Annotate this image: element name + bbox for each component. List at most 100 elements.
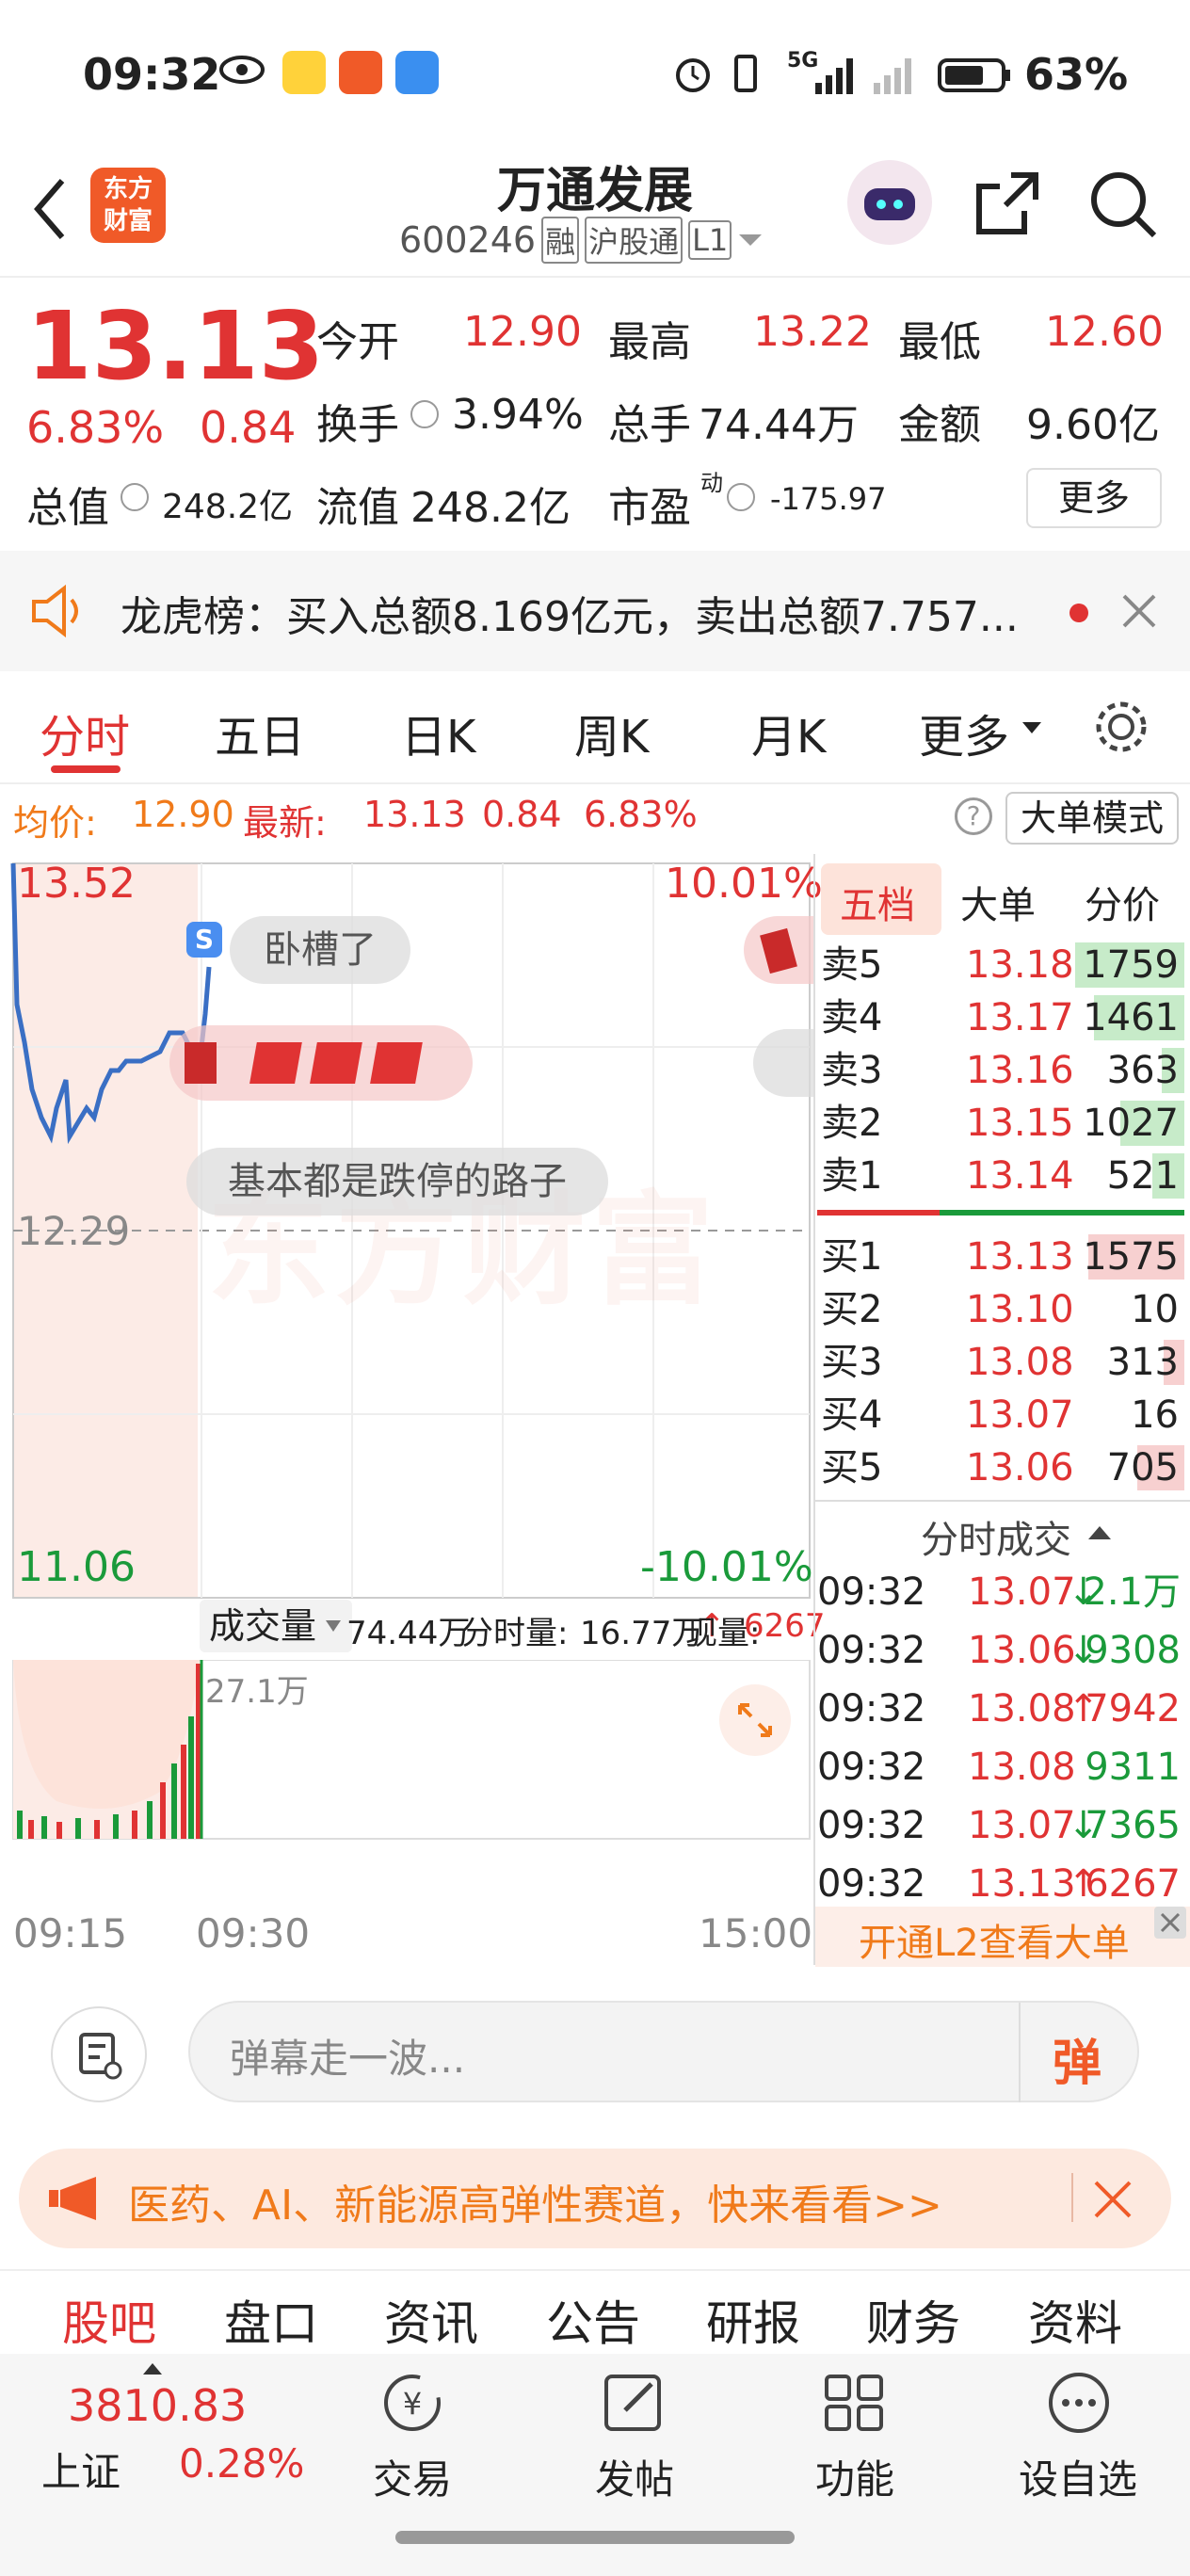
info-icon[interactable] [121, 483, 149, 511]
nav-add-watchlist[interactable]: 设自选 [1019, 2448, 1137, 2505]
vibrate-icon [727, 53, 764, 94]
tab-monthly-k[interactable]: 月K [751, 700, 826, 765]
unread-dot [1069, 604, 1088, 622]
big-order-mode-button[interactable]: 大单模式 [1005, 792, 1179, 845]
s-marker-icon[interactable]: S [186, 922, 222, 958]
bid-price: 13.06 [966, 1446, 1074, 1489]
close-icon[interactable] [1154, 1907, 1186, 1939]
ask-volume: 363 [1106, 1049, 1179, 1092]
bid-volume: 313 [1106, 1341, 1179, 1384]
change-amount: 0.84 [200, 402, 297, 453]
nav-post[interactable]: 发帖 [595, 2448, 674, 2505]
ask-volume: 521 [1106, 1154, 1179, 1198]
trade-price: 13.08 [968, 1687, 1076, 1731]
tab-profile[interactable]: 资料 [1028, 2286, 1122, 2354]
danmu-list-icon[interactable] [51, 2006, 147, 2102]
tab-indicator [51, 765, 121, 773]
ask-row: 卖3 13.16 363 [817, 1044, 1184, 1097]
volume-selector[interactable]: 成交量 [200, 1600, 353, 1652]
danmu-bubble-2: 基本都是跌停的路子 [186, 1148, 608, 1216]
expand-icon[interactable] [719, 1684, 791, 1756]
gear-icon[interactable] [1092, 698, 1150, 756]
pe-sup: 动 [700, 470, 723, 496]
low-value: 12.60 [1045, 308, 1164, 356]
bid-price: 13.10 [966, 1288, 1074, 1331]
nav-functions[interactable]: 功能 [815, 2448, 894, 2505]
search-icon[interactable] [1085, 166, 1160, 241]
more-circle-icon[interactable] [1041, 2371, 1117, 2437]
ask-volume: 1759 [1083, 943, 1179, 987]
danmu-placeholder: 弹幕走一波... [230, 2036, 466, 2082]
promo-banner[interactable]: 医药、AI、新能源高弹性赛道，快来看看>> [19, 2149, 1171, 2248]
avg-label: 均价: [13, 802, 97, 844]
ask-label: 卖5 [821, 943, 883, 987]
section-tabs: 股吧 盘口 资讯 公告 研报 财务 资料 [0, 2269, 1190, 2354]
trade-time: 09:32 [817, 1746, 926, 1789]
tab-research[interactable]: 研报 [706, 2286, 800, 2354]
ask-price: 13.18 [966, 943, 1074, 987]
y-max-label: 13.52 [17, 860, 136, 908]
tab-price-distribution[interactable]: 分价 [1085, 875, 1160, 929]
info-icon[interactable] [727, 483, 755, 511]
danmu-input[interactable]: 弹幕走一波... 弹 [188, 2001, 1139, 2102]
nav-trade[interactable]: 交易 [373, 2448, 452, 2505]
compose-icon[interactable] [597, 2371, 672, 2437]
volume-value: 74.44万 [699, 401, 859, 449]
share-icon[interactable] [970, 166, 1045, 241]
grid-icon[interactable] [817, 2371, 892, 2437]
close-icon[interactable] [1092, 2179, 1134, 2220]
tab-order-book[interactable]: 盘口 [224, 2286, 318, 2354]
notice-bar[interactable]: 龙虎榜：买入总额8.169亿元，卖出总额7.757... [0, 551, 1190, 671]
bid-row: 买3 13.08 313 [817, 1336, 1184, 1389]
close-icon[interactable] [1120, 592, 1158, 630]
tab-daily-k[interactable]: 日K [401, 700, 475, 765]
float-label: 流值 [316, 484, 399, 532]
ask-price: 13.16 [966, 1049, 1074, 1092]
index-name[interactable]: 上证 [41, 2440, 121, 2498]
notice-text: 龙虎榜：买入总额8.169亿元，卖出总额7.757... [121, 593, 1019, 641]
tab-news[interactable]: 资讯 [384, 2286, 478, 2354]
tab-weekly-k[interactable]: 周K [574, 700, 649, 765]
index-value[interactable]: 3810.83 [68, 2380, 247, 2431]
index-pct[interactable]: 0.28% [179, 2440, 304, 2487]
change-percent: 6.83% [26, 402, 165, 453]
danmu-bar: 弹幕走一波... 弹 [0, 1969, 1190, 2129]
dropdown-icon[interactable] [737, 231, 764, 250]
tab-five-day[interactable]: 五日 [215, 700, 305, 765]
ask-price: 13.15 [966, 1102, 1074, 1145]
info-icon[interactable] [410, 400, 439, 428]
tag-level: L1 [688, 220, 732, 260]
danmu-send-button[interactable]: 弹 [1053, 2023, 1102, 2094]
pe-label: 市盈 [608, 484, 691, 532]
l2-upgrade-text[interactable]: 开通L2查看大单 [859, 1912, 1130, 1967]
megaphone-icon [47, 2175, 104, 2222]
tab-announcements[interactable]: 公告 [546, 2286, 640, 2354]
tab-five-levels[interactable]: 五档 [840, 875, 915, 929]
tab-intraday[interactable]: 分时 [40, 700, 130, 765]
bid-label: 买2 [821, 1288, 883, 1331]
bid-label: 买1 [821, 1235, 883, 1279]
help-icon[interactable]: ? [955, 797, 992, 835]
tab-more[interactable]: 更多 [919, 700, 1009, 765]
quote-panel: 13.13 6.83% 0.84 今开 12.90 最高 13.22 最低 12… [0, 280, 1190, 551]
ask-label: 卖2 [821, 1102, 883, 1145]
trades-title[interactable]: 分时成交 [921, 1509, 1071, 1564]
ask-price: 13.14 [966, 1154, 1074, 1198]
bid-row: 买4 13.07 16 [817, 1389, 1184, 1441]
more-button[interactable]: 更多 [1026, 468, 1162, 528]
trade-icon[interactable]: ¥ [375, 2371, 450, 2437]
x-label-close: 15:00 [699, 1910, 813, 1956]
bid-label: 买3 [821, 1341, 883, 1384]
tab-forum[interactable]: 股吧 [62, 2286, 156, 2354]
divider [1019, 2003, 1021, 2102]
tab-financials[interactable]: 财务 [866, 2286, 960, 2354]
assistant-avatar[interactable] [847, 160, 932, 245]
bid-row: 买5 13.06 705 [817, 1441, 1184, 1494]
turnover-value: 3.94% [452, 391, 584, 439]
latest-change: 0.84 [482, 794, 562, 835]
ask-row: 卖1 13.14 521 [817, 1150, 1184, 1202]
tab-big-orders[interactable]: 大单 [960, 875, 1036, 929]
volume-total: 74.44万 [346, 1615, 471, 1652]
divider [813, 854, 815, 1965]
bid-price: 13.08 [966, 1341, 1074, 1384]
